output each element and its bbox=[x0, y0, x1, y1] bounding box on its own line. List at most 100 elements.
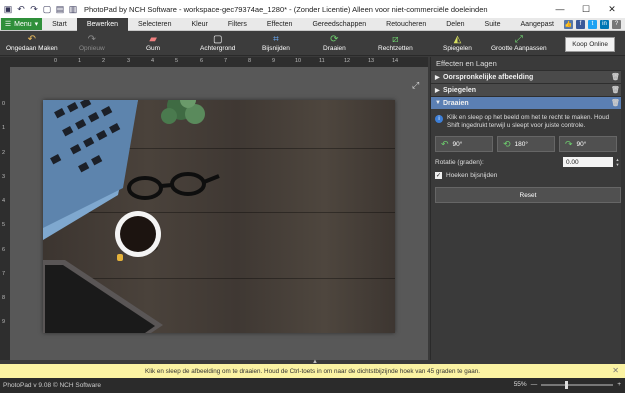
facebook-icon[interactable]: f bbox=[576, 19, 585, 29]
zoom-out-icon[interactable]: — bbox=[531, 381, 538, 388]
crop-label: Bijsnijden bbox=[262, 45, 290, 52]
tab-bewerken[interactable]: Bewerken bbox=[76, 17, 128, 31]
rotation-input[interactable]: 0.00 ▲ ▼ bbox=[563, 157, 619, 167]
linkedin-icon[interactable]: in bbox=[600, 19, 609, 29]
buy-online-button[interactable]: Koop Online bbox=[565, 37, 615, 52]
open-icon[interactable]: ▤ bbox=[55, 4, 65, 14]
ruler-label: 8 bbox=[248, 58, 252, 64]
rotate-ccw-icon: ↶ bbox=[441, 138, 449, 149]
panel-scrollbar[interactable] bbox=[621, 70, 625, 360]
undo-button[interactable]: ↶ Ongedaan Maken bbox=[6, 31, 58, 56]
rotate-icon: ⟳ bbox=[330, 33, 339, 45]
tablet-illustration bbox=[43, 260, 163, 333]
crop-icon: ⌗ bbox=[273, 33, 279, 45]
thumbs-up-icon[interactable]: 👍 bbox=[564, 19, 573, 29]
ribbon-toolbar: ↶ Ongedaan Maken ↷ Opnieuw ▰ Gum ▢ Achte… bbox=[0, 31, 625, 56]
crop-corners-checkbox[interactable]: ✓ bbox=[435, 172, 442, 179]
section-label: Spiegelen bbox=[443, 86, 477, 94]
info-icon: i bbox=[435, 115, 443, 123]
tab-aangepast[interactable]: Aangepast bbox=[511, 18, 564, 31]
crop-button[interactable]: ⌗ Bijsnijden bbox=[262, 31, 290, 56]
maximize-button[interactable]: ☐ bbox=[573, 0, 599, 18]
redo-label: Opnieuw bbox=[79, 45, 105, 52]
title-bar: ▣ ↶ ↷ ▢ ▤ ▥ PhotoPad by NCH Software - w… bbox=[0, 0, 625, 18]
hamburger-icon: ☰ bbox=[4, 21, 12, 28]
minimize-button[interactable]: — bbox=[547, 0, 573, 18]
ruler-label: 10 bbox=[295, 58, 302, 64]
reset-button[interactable]: Reset bbox=[435, 187, 621, 203]
tab-gereedschappen[interactable]: Gereedschappen bbox=[302, 18, 376, 31]
mirror-button[interactable]: ◭ Spiegelen bbox=[443, 31, 472, 56]
redo-icon[interactable]: ↷ bbox=[29, 4, 39, 14]
resize-button[interactable]: ⤢ Grootte Aanpassen bbox=[491, 31, 547, 56]
ruler-label: 1 bbox=[78, 58, 82, 64]
tab-delen[interactable]: Delen bbox=[436, 18, 474, 31]
close-icon[interactable]: ✕ bbox=[612, 366, 619, 375]
section-mirror[interactable]: ▶ Spiegelen 🗑 bbox=[431, 83, 625, 96]
help-icon[interactable]: ? bbox=[612, 19, 621, 29]
image-canvas[interactable] bbox=[43, 100, 395, 333]
new-icon[interactable]: ▢ bbox=[42, 4, 52, 14]
panel-title: Effecten en Lagen bbox=[431, 57, 625, 70]
redo-button[interactable]: ↷ Opnieuw bbox=[79, 31, 105, 56]
tab-filters[interactable]: Filters bbox=[218, 18, 257, 31]
zoom-slider-thumb[interactable] bbox=[565, 380, 569, 389]
ruler-label: 13 bbox=[368, 58, 375, 64]
rotate-right-90-button[interactable]: ↷ 90° bbox=[559, 136, 617, 152]
background-button[interactable]: ▢ Achtergrond bbox=[200, 31, 235, 56]
twitter-icon[interactable]: t bbox=[588, 19, 597, 29]
ruler-label: 2 bbox=[2, 150, 6, 156]
tab-start[interactable]: Start bbox=[42, 18, 77, 31]
rotate-left-90-button[interactable]: ↶ 90° bbox=[435, 136, 493, 152]
ruler-label: 3 bbox=[127, 58, 131, 64]
eraser-button[interactable]: ▰ Gum bbox=[146, 31, 160, 56]
mirror-label: Spiegelen bbox=[443, 45, 472, 52]
status-bar: PhotoPad v 9.08 © NCH Software 55% — + bbox=[0, 378, 625, 393]
ruler-label: 2 bbox=[102, 58, 106, 64]
glasses-illustration bbox=[127, 172, 220, 200]
rotate-180-label: 180° bbox=[514, 140, 528, 148]
tab-selecteren[interactable]: Selecteren bbox=[128, 18, 181, 31]
spinner-icon[interactable]: ▲ ▼ bbox=[614, 157, 621, 167]
ruler-label: 8 bbox=[2, 295, 6, 301]
rotate-button[interactable]: ⟳ Draaien bbox=[323, 31, 346, 56]
ruler-horizontal: 0 1 2 3 4 5 6 7 8 9 10 11 12 13 14 bbox=[0, 57, 428, 67]
version-text: PhotoPad v 9.08 © NCH Software bbox=[3, 382, 102, 389]
straighten-icon: ⧄ bbox=[392, 33, 399, 45]
close-button[interactable]: ✕ bbox=[599, 0, 625, 18]
menu-button[interactable]: ☰ Menu ▾ bbox=[1, 18, 43, 30]
zoom-in-icon[interactable]: + bbox=[617, 381, 621, 388]
ruler-label: 0 bbox=[2, 101, 6, 107]
menu-label: Menu bbox=[14, 20, 32, 28]
zoom-slider[interactable] bbox=[541, 380, 614, 389]
rotate-label: Draaien bbox=[323, 45, 346, 52]
rotate-cw-icon: ↷ bbox=[565, 138, 573, 149]
undo-icon[interactable]: ↶ bbox=[16, 4, 26, 14]
crop-corners-label: Hoeken bijsnijden bbox=[446, 172, 498, 179]
rotate-180-button[interactable]: ⟲ 180° bbox=[497, 136, 555, 152]
rotate-buttons: ↶ 90° ⟲ 180° ↷ 90° bbox=[431, 132, 625, 152]
section-rotate[interactable]: ▼ Draaien 🗑 bbox=[431, 96, 625, 109]
tab-kleur[interactable]: Kleur bbox=[181, 18, 217, 31]
section-original-image[interactable]: ▶ Oorspronkelijke afbeelding 🗑 bbox=[431, 70, 625, 83]
ruler-label: 9 bbox=[272, 58, 276, 64]
tab-suite[interactable]: Suite bbox=[475, 18, 511, 31]
delete-icon[interactable]: 🗑 bbox=[611, 86, 620, 94]
tab-retoucheren[interactable]: Retoucheren bbox=[376, 18, 436, 31]
zoom-level: 55% bbox=[513, 381, 527, 388]
mirror-icon: ◭ bbox=[453, 33, 462, 45]
straighten-button[interactable]: ⧄ Rechtzetten bbox=[378, 31, 413, 56]
ruler-label: 5 bbox=[2, 222, 6, 228]
fullscreen-icon[interactable]: ⤢ bbox=[412, 80, 419, 91]
effects-layers-panel: Effecten en Lagen ▶ Oorspronkelijke afbe… bbox=[430, 57, 625, 360]
ruler-label: 4 bbox=[2, 198, 6, 204]
ruler-vertical: 0 1 2 3 4 5 6 7 8 9 bbox=[0, 67, 10, 360]
eraser-label: Gum bbox=[146, 45, 161, 52]
zoom-control: 55% — + bbox=[513, 380, 621, 389]
chevron-down-icon: ▼ bbox=[435, 100, 441, 106]
delete-icon[interactable]: 🗑 bbox=[611, 73, 620, 81]
delete-icon[interactable]: 🗑 bbox=[611, 99, 620, 107]
save-icon[interactable]: ▣ bbox=[3, 4, 13, 14]
tab-effecten[interactable]: Effecten bbox=[257, 18, 303, 31]
clipboard-icon[interactable]: ▥ bbox=[68, 4, 78, 14]
